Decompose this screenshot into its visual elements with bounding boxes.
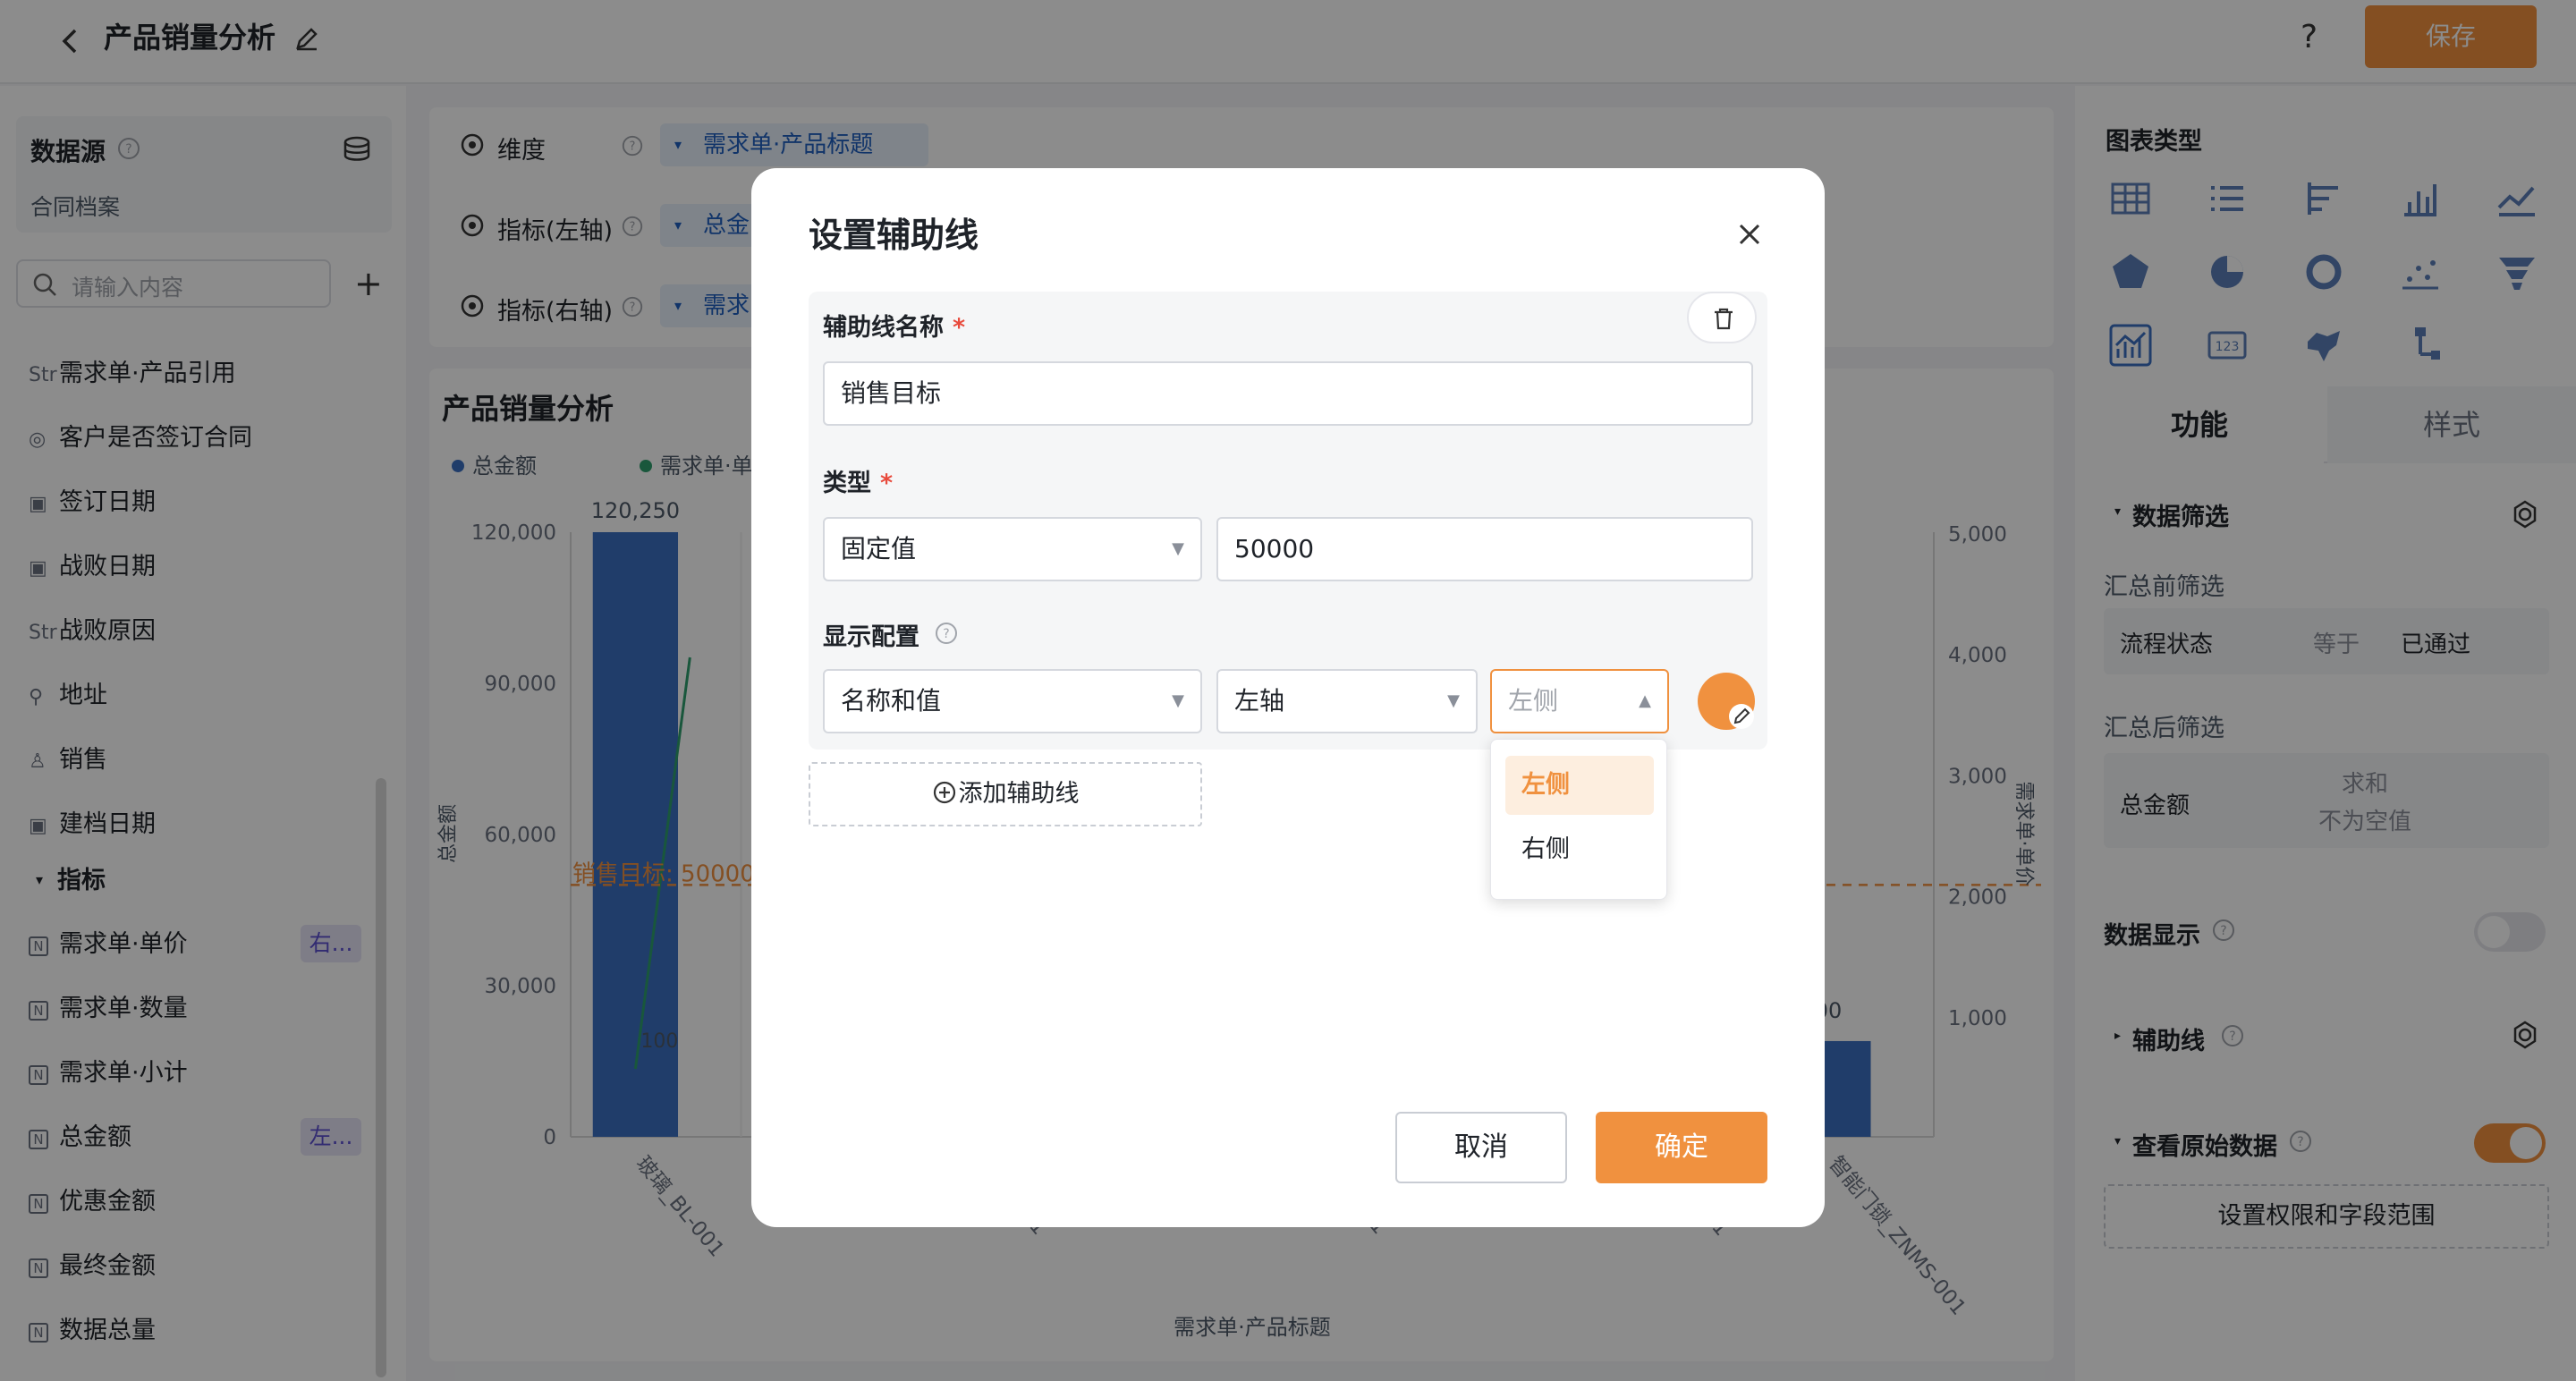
display-mode-select[interactable]: 名称和值 ▼ [823, 669, 1202, 733]
type-label: 类型 * [823, 470, 894, 497]
help-circle-icon[interactable]: ? [934, 621, 959, 646]
required-mark: * [953, 314, 966, 342]
cancel-button[interactable]: 取消 [1395, 1112, 1567, 1183]
dropdown-option-left[interactable]: 左侧 [1505, 756, 1654, 815]
dropdown-option-right[interactable]: 右侧 [1505, 820, 1654, 879]
close-icon[interactable] [1732, 216, 1767, 252]
plus-circle-icon [933, 781, 955, 804]
aux-line-modal: 设置辅助线 辅助线名称 * 销售目标 类型 * 固定值 ▼ 50000 显示配置 ? … [751, 168, 1825, 1227]
aux-line-name-input[interactable]: 销售目标 [823, 361, 1753, 426]
delete-aux-line-button[interactable] [1687, 292, 1757, 343]
caret-up-icon: ▲ [1639, 691, 1651, 710]
pencil-icon [1729, 704, 1754, 729]
required-mark: * [880, 470, 894, 497]
position-select[interactable]: 左侧 ▲ [1490, 669, 1669, 733]
confirm-button[interactable]: 确定 [1596, 1112, 1767, 1183]
name-label: 辅助线名称 * [823, 314, 966, 342]
add-aux-line-button[interactable]: 添加辅助线 [809, 762, 1202, 826]
caret-down-icon: ▼ [1172, 691, 1184, 710]
fixed-value-input[interactable]: 50000 [1216, 517, 1753, 581]
modal-title: 设置辅助线 [809, 216, 979, 255]
caret-down-icon: ▼ [1172, 539, 1184, 558]
type-select[interactable]: 固定值 ▼ [823, 517, 1202, 581]
caret-down-icon: ▼ [1447, 691, 1460, 710]
svg-text:?: ? [943, 627, 949, 641]
trash-icon [1715, 308, 1733, 330]
axis-select[interactable]: 左轴 ▼ [1216, 669, 1478, 733]
color-picker[interactable] [1698, 673, 1755, 730]
display-config-label: 显示配置 [823, 623, 919, 651]
position-dropdown: 左侧 右侧 [1490, 739, 1667, 900]
